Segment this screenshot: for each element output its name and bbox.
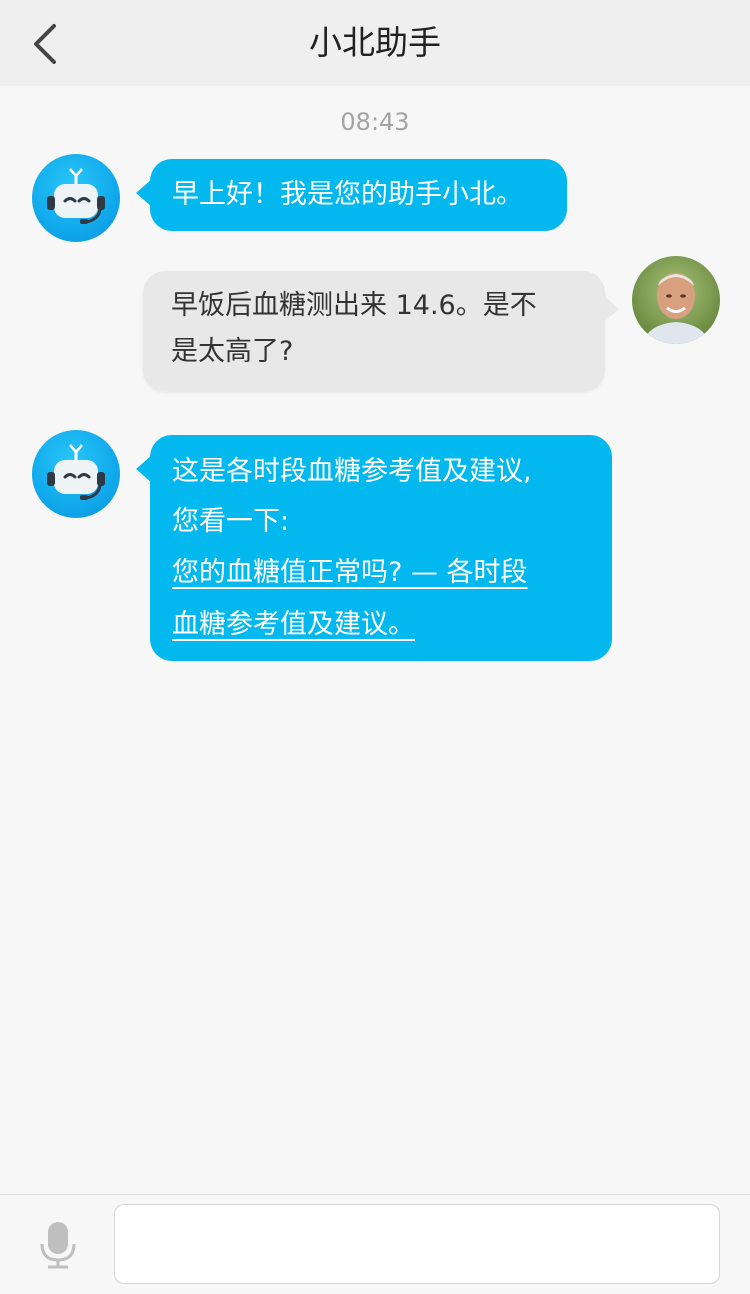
message-text-line: 您看一下: xyxy=(172,506,290,537)
voice-button[interactable] xyxy=(34,1219,82,1271)
message-timestamp: 08:43 xyxy=(340,108,410,136)
article-link-line[interactable]: 血糖参考值及建议。 xyxy=(172,609,415,640)
input-bar xyxy=(0,1194,750,1294)
message-text-line: 这是各时段血糖参考值及建议, xyxy=(172,456,532,487)
message-text-line: 是太高了? xyxy=(171,336,294,367)
message-text-line: 早饭后血糖测出来 14.6。是不 xyxy=(171,290,537,321)
chat-screen: 小北助手 08:43 早上好！我是您的助手小北。 早饭后血糖测出来 14.6。是… xyxy=(0,0,750,1294)
bot-avatar[interactable] xyxy=(32,430,120,518)
robot-icon xyxy=(47,168,105,224)
robot-icon xyxy=(47,444,105,500)
user-photo-icon xyxy=(632,256,720,344)
microphone-icon xyxy=(40,1222,76,1269)
message-text: 早上好！我是您的助手小北。 xyxy=(172,179,523,210)
back-button[interactable] xyxy=(20,18,70,70)
header-bar: 小北助手 xyxy=(0,0,750,86)
bot-message-bubble[interactable]: 这是各时段血糖参考值及建议, 您看一下: 您的血糖值正常吗? — 各时段 血糖参… xyxy=(136,435,612,661)
bot-message-bubble[interactable]: 早上好！我是您的助手小北。 xyxy=(136,159,567,231)
user-avatar[interactable] xyxy=(632,256,720,344)
message-input[interactable] xyxy=(114,1204,720,1284)
bot-avatar[interactable] xyxy=(32,154,120,242)
article-link[interactable]: 您的血糖值正常吗? — 各时段 血糖参考值及建议。 xyxy=(172,547,590,651)
user-message-bubble[interactable]: 早饭后血糖测出来 14.6。是不 是太高了? xyxy=(143,271,619,391)
page-title: 小北助手 xyxy=(309,23,441,62)
chevron-left-icon xyxy=(34,24,56,64)
article-link-line[interactable]: 您的血糖值正常吗? — 各时段 xyxy=(172,557,528,588)
